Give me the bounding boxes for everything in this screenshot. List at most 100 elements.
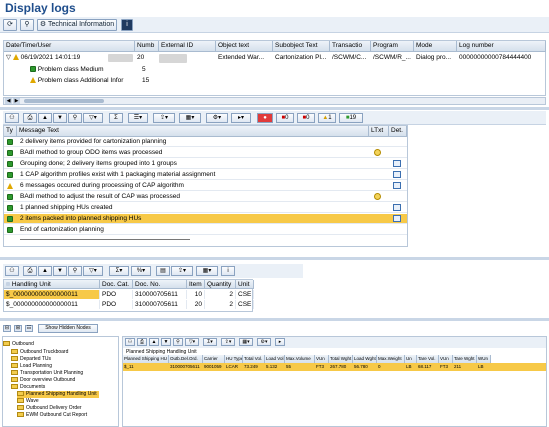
hu-export-button[interactable]: ⇪▾ bbox=[171, 266, 193, 276]
technical-information-button[interactable]: ⚙ Technical Information bbox=[37, 19, 117, 31]
hu-layout-button[interactable]: ▦▾ bbox=[196, 266, 218, 276]
monitor-col-header[interactable]: Max.Weight bbox=[377, 355, 405, 363]
monitor-sort-asc-button[interactable]: ▲ bbox=[149, 338, 159, 346]
monitor-col-header[interactable]: Max.Volume bbox=[285, 355, 315, 363]
col-message-text[interactable]: Message Text bbox=[17, 126, 369, 137]
monitor-col-header[interactable]: Un bbox=[405, 355, 417, 363]
tree-node[interactable]: Documents bbox=[11, 384, 47, 391]
monitor-col-header[interactable]: WUn bbox=[477, 355, 491, 363]
splitter[interactable] bbox=[0, 107, 549, 110]
tree-node[interactable]: Wave bbox=[17, 398, 41, 405]
col-external-id[interactable]: External ID bbox=[159, 41, 216, 52]
monitor-col-header[interactable]: Carrier bbox=[203, 355, 225, 363]
monitor-sum-button[interactable]: Σ▾ bbox=[203, 338, 217, 346]
monitor-find-button[interactable]: ⚲ bbox=[173, 338, 183, 346]
details-button[interactable]: ⚇ bbox=[5, 113, 19, 123]
monitor-col-header[interactable]: Tare Vol. bbox=[417, 355, 439, 363]
scroll-thumb[interactable] bbox=[24, 99, 104, 103]
log-row-datetime[interactable]: ▽ 06/19/2021 14:01:19 bbox=[4, 53, 114, 63]
monitor-col-header[interactable]: Tare Wght bbox=[453, 355, 477, 363]
col-type[interactable]: Ty bbox=[4, 126, 17, 137]
message-row[interactable]: BAdI method to group ODO items was proce… bbox=[4, 148, 407, 158]
monitor-col-header[interactable]: Load Vol. bbox=[265, 355, 285, 363]
hu-subtotal-button[interactable]: %▾ bbox=[131, 266, 151, 276]
hu-sort-asc-button[interactable]: ▲ bbox=[38, 266, 52, 276]
col-number[interactable]: Numb bbox=[135, 41, 159, 52]
col-unit[interactable]: Unit bbox=[236, 280, 254, 289]
expand-icon[interactable]: ⊞ bbox=[14, 325, 22, 332]
error-filter-button[interactable]: ● bbox=[257, 113, 273, 123]
col-log-number[interactable]: Log number bbox=[457, 41, 546, 52]
message-row[interactable]: 1 planned shipping HUs created bbox=[4, 203, 407, 213]
col-item[interactable]: Item bbox=[187, 280, 205, 289]
detail-icon[interactable] bbox=[393, 182, 401, 189]
detail-icon[interactable] bbox=[393, 160, 401, 167]
monitor-col-header[interactable]: Total Wght bbox=[329, 355, 353, 363]
message-row[interactable]: 2 items packed into planned shipping HUs bbox=[4, 214, 407, 224]
tree-node[interactable]: Outbound Delivery Order bbox=[17, 405, 84, 412]
col-doc-no[interactable]: Doc. No. bbox=[133, 280, 187, 289]
sort-asc-button[interactable]: ▲ bbox=[38, 113, 52, 123]
views-button[interactable]: ▦▾ bbox=[179, 113, 201, 123]
more-button[interactable]: ▸▾ bbox=[231, 113, 251, 123]
tree-node[interactable]: Outbound bbox=[3, 341, 36, 348]
col-mode[interactable]: Mode bbox=[414, 41, 457, 52]
ok-count-button[interactable]: ■19 bbox=[339, 113, 363, 123]
hu-info-button[interactable]: i bbox=[221, 266, 235, 276]
find-button[interactable]: ⚲ bbox=[20, 19, 34, 31]
col-doc-cat[interactable]: Doc. Cat. bbox=[100, 280, 133, 289]
col-object-text[interactable]: Object text bbox=[216, 41, 273, 52]
sort-desc-button[interactable]: ▼ bbox=[53, 113, 67, 123]
scroll-left-icon[interactable]: ◀ bbox=[5, 98, 12, 104]
tree-node[interactable]: Transportation Unit Planning bbox=[11, 370, 85, 377]
detail-icon[interactable] bbox=[393, 215, 401, 222]
monitor-col-header[interactable]: HU Type bbox=[225, 355, 243, 363]
monitor-col-header[interactable]: Load Wght bbox=[353, 355, 377, 363]
print-button[interactable]: ⎙ bbox=[23, 113, 37, 123]
hu-print-button[interactable]: ⎙ bbox=[23, 266, 37, 276]
hu-row-1-hu[interactable]: $_000000000000000011 bbox=[4, 290, 100, 299]
monitor-settings-button[interactable]: ⚙▾ bbox=[257, 338, 271, 346]
col-handling-unit[interactable]: Handling Unit bbox=[4, 280, 100, 289]
horizontal-scrollbar[interactable]: ◀ ▶ bbox=[3, 97, 546, 105]
col-quantity[interactable]: Quantity bbox=[205, 280, 236, 289]
expand-arrow-icon[interactable]: ▽ bbox=[6, 54, 13, 61]
monitor-col-header[interactable]: Total Vol. bbox=[243, 355, 265, 363]
monitor-more-button[interactable]: ▸ bbox=[275, 338, 285, 346]
error2-count-button[interactable]: ■0 bbox=[297, 113, 315, 123]
tree-node[interactable]: Departed TUs bbox=[11, 356, 53, 363]
monitor-details-button[interactable]: ⚇ bbox=[125, 338, 135, 346]
hu-sort-desc-button[interactable]: ▼ bbox=[53, 266, 67, 276]
hu-filter-button[interactable]: ▽▾ bbox=[83, 266, 103, 276]
export-button[interactable]: ⇪▾ bbox=[153, 113, 175, 123]
tree-icon[interactable]: ⊟ bbox=[3, 325, 11, 332]
col-ltxt[interactable]: LTxt bbox=[369, 126, 389, 137]
monitor-col-header[interactable]: Planned Shipping HU bbox=[123, 355, 169, 363]
tree-node[interactable]: Door overview Outbound bbox=[11, 377, 77, 384]
hu-details-button[interactable]: ⚇ bbox=[5, 266, 19, 276]
message-row[interactable]: 1 CAP algorithm profiles exist with 1 pa… bbox=[4, 170, 407, 180]
hu-sum-button[interactable]: Σ▾ bbox=[109, 266, 129, 276]
message-row[interactable]: 2 delivery items provided for cartonizat… bbox=[4, 137, 407, 147]
tree-child-medium[interactable]: Problem class Medium bbox=[28, 65, 138, 75]
splitter-3[interactable] bbox=[0, 318, 549, 321]
col-subobject-text[interactable]: Subobject Text bbox=[273, 41, 330, 52]
col-program[interactable]: Program bbox=[371, 41, 414, 52]
monitor-sort-desc-button[interactable]: ▼ bbox=[161, 338, 171, 346]
tree-node[interactable]: Load Planning bbox=[11, 363, 54, 370]
monitor-print-button[interactable]: ⎙ bbox=[137, 338, 147, 346]
monitor-col-header[interactable]: Outb.Del.Ord. bbox=[169, 355, 203, 363]
col-det[interactable]: Det. bbox=[389, 126, 407, 137]
find-button-2[interactable]: ⚲ bbox=[68, 113, 82, 123]
monitor-layout-button[interactable]: ▦▾ bbox=[239, 338, 253, 346]
detail-icon[interactable] bbox=[393, 204, 401, 211]
tree-child-additional[interactable]: Problem class Additional Infor bbox=[28, 76, 138, 86]
sum-button[interactable]: Σ bbox=[109, 113, 123, 123]
hu-row-2-hu[interactable]: $_000000000000000011 bbox=[4, 300, 100, 309]
message-row[interactable]: End of cartonization planning bbox=[4, 225, 407, 235]
show-hidden-nodes-button[interactable]: Show Hidden Nodes bbox=[38, 324, 98, 333]
tree-node[interactable]: EWM Outbound Cut Report bbox=[17, 412, 89, 419]
tree-node[interactable]: Outbound Truckboard bbox=[11, 349, 70, 356]
message-row[interactable]: 6 messages occured during processing of … bbox=[4, 181, 407, 191]
refresh-button[interactable]: ⟳ bbox=[3, 19, 17, 31]
